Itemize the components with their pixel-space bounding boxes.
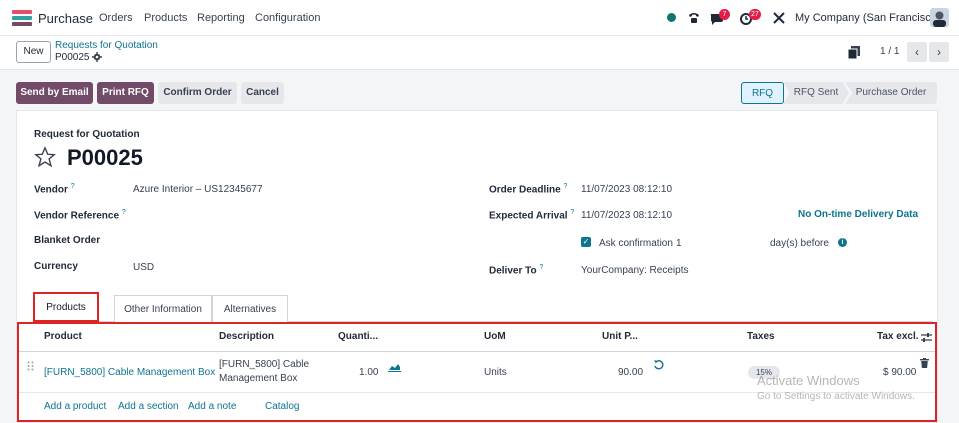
expected-arrival-field[interactable]: 11/07/2023 08:12:10 [581, 210, 672, 221]
order-deadline-field[interactable]: 11/07/2023 08:12:10 [581, 184, 672, 195]
deliver-to-label: Deliver To ? [489, 264, 544, 277]
pager-value: 1 / 1 [880, 46, 900, 57]
menu-orders[interactable]: Orders [99, 12, 133, 24]
column-description[interactable]: Description [219, 331, 274, 342]
info-icon[interactable]: i [838, 238, 847, 247]
deliver-to-field[interactable]: YourCompany: Receipts [581, 265, 688, 276]
documents-icon[interactable] [848, 46, 860, 59]
order-deadline-label: Order Deadline ? [489, 183, 568, 196]
status-dot-icon[interactable] [667, 13, 676, 22]
drag-handle-icon[interactable] [27, 361, 34, 371]
confirm-order-button[interactable]: Confirm Order [158, 82, 237, 104]
print-rfq-button[interactable]: Print RFQ [97, 82, 154, 104]
activate-windows-title: Activate Windows [757, 373, 860, 388]
app-name[interactable]: Purchase [38, 11, 93, 26]
activate-windows-hint: Go to Settings to activate Windows. [757, 391, 915, 402]
catalog-link[interactable]: Catalog [265, 401, 299, 412]
on-time-delivery-link[interactable]: No On-time Delivery Data [798, 209, 918, 220]
days-before-label: day(s) before [770, 238, 829, 249]
record-title: P00025 [67, 145, 143, 170]
menu-reporting[interactable]: Reporting [197, 12, 245, 24]
column-product[interactable]: Product [44, 331, 82, 342]
reset-price-icon[interactable] [653, 359, 664, 370]
line-quantity[interactable]: 1.00 [359, 367, 378, 378]
vendor-reference-field[interactable] [133, 209, 333, 221]
line-product[interactable]: [FURN_5800] Cable Management Box [44, 367, 215, 378]
vendor-label: Vendor ? [34, 183, 75, 196]
pager-next-button[interactable]: › [929, 42, 949, 62]
company-switcher[interactable]: My Company (San Francisco) [795, 12, 941, 24]
ask-confirmation-checkbox[interactable]: ✓ [581, 237, 591, 247]
star-icon[interactable] [34, 146, 56, 168]
new-button[interactable]: New [16, 41, 51, 63]
breadcrumb[interactable]: Requests for Quotation [55, 40, 158, 51]
activity-badge: 27 [749, 9, 761, 20]
top-navbar: Purchase Orders Products Reporting Confi… [0, 0, 959, 36]
column-tax-excluded[interactable]: Tax excl. [877, 331, 919, 342]
form-caption: Request for Quotation [34, 129, 140, 140]
column-uom[interactable]: UoM [484, 331, 506, 342]
column-taxes[interactable]: Taxes [747, 331, 775, 342]
line-description-2[interactable]: Management Box [219, 373, 297, 384]
line-unit-price[interactable]: 90.00 [618, 367, 643, 378]
line-tax-excluded: $ 90.00 [883, 367, 917, 378]
trash-icon[interactable] [920, 358, 929, 368]
add-product-link[interactable]: Add a product [44, 401, 106, 412]
tab-alternatives[interactable]: Alternatives [212, 295, 288, 322]
menu-configuration[interactable]: Configuration [255, 12, 320, 24]
currency-label: Currency [34, 261, 78, 272]
tools-icon[interactable] [771, 10, 787, 26]
column-quantity[interactable]: Quanti... [338, 331, 378, 342]
apps-menu-icon[interactable] [12, 10, 32, 26]
line-description-1[interactable]: [FURN_5800] Cable [219, 359, 309, 370]
status-rfq[interactable]: RFQ [741, 82, 784, 104]
messages-badge: 7 [719, 9, 730, 20]
pager-previous-button[interactable]: ‹ [907, 42, 927, 62]
gear-icon[interactable] [92, 52, 102, 62]
forecast-chart-icon[interactable] [388, 362, 401, 372]
phone-icon[interactable] [686, 10, 702, 26]
status-purchase-order[interactable]: Purchase Order [845, 82, 937, 104]
notebook-tabs: Products Other Information Alternatives [33, 292, 933, 322]
menu-products[interactable]: Products [144, 12, 187, 24]
add-note-link[interactable]: Add a note [188, 401, 236, 412]
vendor-field[interactable]: Azure Interior – US12345677 [133, 184, 263, 195]
table-header-divider [19, 351, 935, 352]
vendor-reference-label: Vendor Reference ? [34, 209, 126, 222]
action-bar: Send by Email Print RFQ Confirm Order Ca… [0, 70, 959, 110]
ask-confirmation-days[interactable]: 1 [676, 238, 682, 249]
ask-confirmation-label: Ask confirmation [599, 238, 673, 249]
control-panel: New Requests for Quotation P00025 1 / 1 … [0, 36, 959, 70]
user-avatar[interactable] [930, 8, 949, 27]
column-settings-icon[interactable] [921, 332, 932, 343]
status-rfq-sent[interactable]: RFQ Sent [783, 82, 849, 104]
cancel-button[interactable]: Cancel [241, 82, 284, 104]
send-by-email-button[interactable]: Send by Email [16, 82, 93, 104]
expected-arrival-label: Expected Arrival ? [489, 209, 575, 222]
blanket-order-field[interactable] [133, 235, 333, 247]
column-unit-price[interactable]: Unit P... [602, 331, 638, 342]
add-section-link[interactable]: Add a section [118, 401, 179, 412]
record-id: P00025 [55, 52, 90, 63]
tab-products[interactable]: Products [33, 292, 99, 322]
tab-other-information[interactable]: Other Information [114, 295, 212, 322]
blanket-order-label: Blanket Order [34, 235, 101, 246]
line-uom[interactable]: Units [484, 367, 507, 378]
currency-field[interactable]: USD [133, 262, 154, 273]
order-lines-table: Product Description Quanti... UoM Unit P… [17, 322, 937, 422]
